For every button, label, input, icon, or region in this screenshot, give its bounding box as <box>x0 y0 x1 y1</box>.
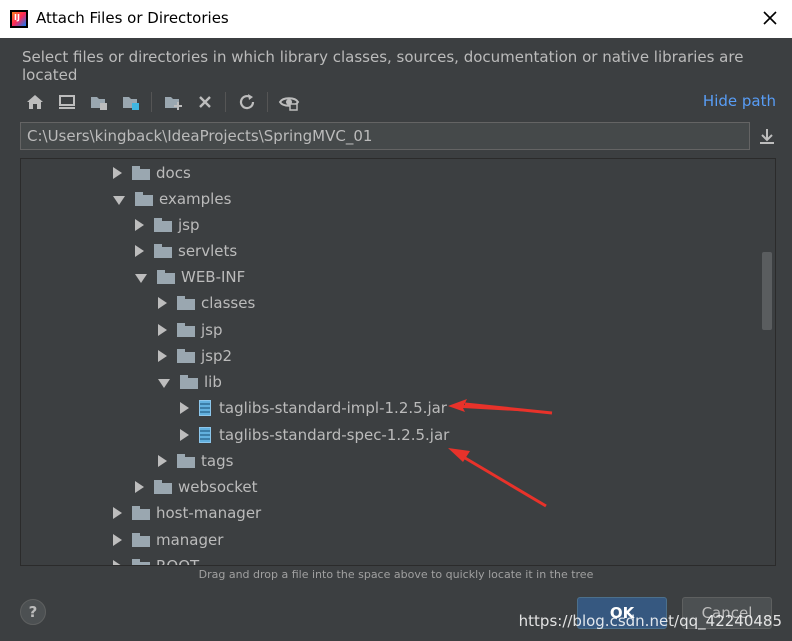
tree-item-label: servlets <box>178 242 238 260</box>
scrollbar-thumb[interactable] <box>762 252 772 330</box>
tree-item-label: WEB-INF <box>181 268 246 286</box>
tree-item-websocket[interactable]: websocket <box>135 475 258 499</box>
tree-item-jsp2[interactable]: jsp2 <box>158 344 232 368</box>
expand-arrow-icon[interactable] <box>135 245 144 257</box>
tree-item-label: taglibs-standard-spec-1.2.5.jar <box>219 426 450 444</box>
folder-icon <box>135 192 153 206</box>
scrollbar-track[interactable] <box>762 160 774 564</box>
tree-item-label: host-manager <box>156 504 262 522</box>
collapse-arrow-icon[interactable] <box>158 378 170 388</box>
tree-item-docs[interactable]: docs <box>113 161 191 185</box>
tree-item-jsp-webinf[interactable]: jsp <box>158 318 223 342</box>
toolbar-separator <box>151 92 152 112</box>
desktop-icon[interactable] <box>55 90 79 114</box>
dialog-description: Select files or directories in which lib… <box>22 48 744 84</box>
folder-icon <box>177 349 195 363</box>
expand-arrow-icon[interactable] <box>158 455 167 467</box>
expand-arrow-icon[interactable] <box>158 297 167 309</box>
toolbar-separator <box>267 92 268 112</box>
tree-item-label: manager <box>156 531 224 549</box>
tree-item-examples[interactable]: examples <box>113 187 231 211</box>
collapse-arrow-icon[interactable] <box>113 195 125 205</box>
tree-item-label: jsp <box>178 216 200 234</box>
expand-arrow-icon[interactable] <box>113 167 122 179</box>
expand-arrow-icon[interactable] <box>113 560 122 565</box>
help-button[interactable]: ? <box>20 599 46 625</box>
folder-icon <box>132 533 150 547</box>
expand-arrow-icon[interactable] <box>135 481 144 493</box>
expand-arrow-icon[interactable] <box>158 324 167 336</box>
tree-item-label: jsp <box>201 321 223 339</box>
tree-item-label: classes <box>201 294 256 312</box>
expand-arrow-icon[interactable] <box>180 429 189 441</box>
folder-icon <box>154 480 172 494</box>
close-icon[interactable] <box>758 6 782 30</box>
refresh-icon[interactable] <box>235 90 259 114</box>
tree-item-jar-impl[interactable]: taglibs-standard-impl-1.2.5.jar <box>180 396 447 420</box>
dialog-title: Attach Files or Directories <box>36 9 229 27</box>
tree-item-tags[interactable]: tags <box>158 449 233 473</box>
watermark: https://blog.csdn.net/qq_42240485 <box>518 612 782 630</box>
tree-item-label: taglibs-standard-impl-1.2.5.jar <box>219 399 447 417</box>
collapse-arrow-icon[interactable] <box>135 273 147 283</box>
tree-item-label: examples <box>159 190 232 208</box>
new-folder-icon[interactable] <box>161 90 185 114</box>
tree-item-label: websocket <box>178 478 258 496</box>
toolbar-separator <box>225 92 226 112</box>
tree-item-manager[interactable]: manager <box>113 528 223 552</box>
expand-arrow-icon[interactable] <box>113 507 122 519</box>
home-icon[interactable] <box>23 90 47 114</box>
expand-arrow-icon[interactable] <box>135 219 144 231</box>
path-input[interactable]: C:\Users\kingback\IdeaProjects\SpringMVC… <box>20 122 750 150</box>
tree-item-servlets[interactable]: servlets <box>135 239 237 263</box>
file-tree[interactable]: docs examples jsp servlets WEB-INF class… <box>20 158 776 566</box>
tree-item-label: tags <box>201 452 234 470</box>
folder-icon <box>132 166 150 180</box>
hide-path-link[interactable]: Hide path <box>703 92 776 110</box>
folder-icon <box>180 375 198 389</box>
tree-item-label: docs <box>156 164 191 182</box>
intellij-logo-icon <box>10 10 28 28</box>
tree-item-lib[interactable]: lib <box>158 370 222 394</box>
tree-item-jsp[interactable]: jsp <box>135 213 200 237</box>
delete-icon[interactable] <box>193 90 217 114</box>
attach-files-dialog: Attach Files or Directories Select files… <box>0 0 792 641</box>
jar-archive-icon <box>199 400 211 416</box>
tree-item-root[interactable]: ROOT <box>113 554 200 566</box>
folder-icon <box>132 559 150 565</box>
tree-item-jar-spec[interactable]: taglibs-standard-spec-1.2.5.jar <box>180 423 449 447</box>
folder-icon <box>132 506 150 520</box>
module-folder-icon[interactable] <box>119 90 143 114</box>
download-icon[interactable] <box>757 126 777 146</box>
folder-icon <box>154 244 172 258</box>
toolbar <box>20 88 780 116</box>
expand-arrow-icon[interactable] <box>180 402 189 414</box>
project-folder-icon[interactable] <box>87 90 111 114</box>
expand-arrow-icon[interactable] <box>113 534 122 546</box>
folder-icon <box>154 218 172 232</box>
tree-item-host-manager[interactable]: host-manager <box>113 501 261 525</box>
tree-item-label: jsp2 <box>201 347 233 365</box>
jar-archive-icon <box>199 427 211 443</box>
title-bar: Attach Files or Directories <box>0 0 792 38</box>
folder-icon <box>177 296 195 310</box>
tree-item-label: ROOT <box>156 557 200 566</box>
tree-item-classes[interactable]: classes <box>158 291 255 315</box>
folder-icon <box>157 270 175 284</box>
drag-drop-hint: Drag and drop a file into the space abov… <box>198 568 594 581</box>
folder-icon <box>177 454 195 468</box>
show-hidden-icon[interactable] <box>277 90 301 114</box>
expand-arrow-icon[interactable] <box>158 350 167 362</box>
folder-icon <box>177 323 195 337</box>
tree-item-web-inf[interactable]: WEB-INF <box>135 265 245 289</box>
tree-item-label: lib <box>204 373 222 391</box>
